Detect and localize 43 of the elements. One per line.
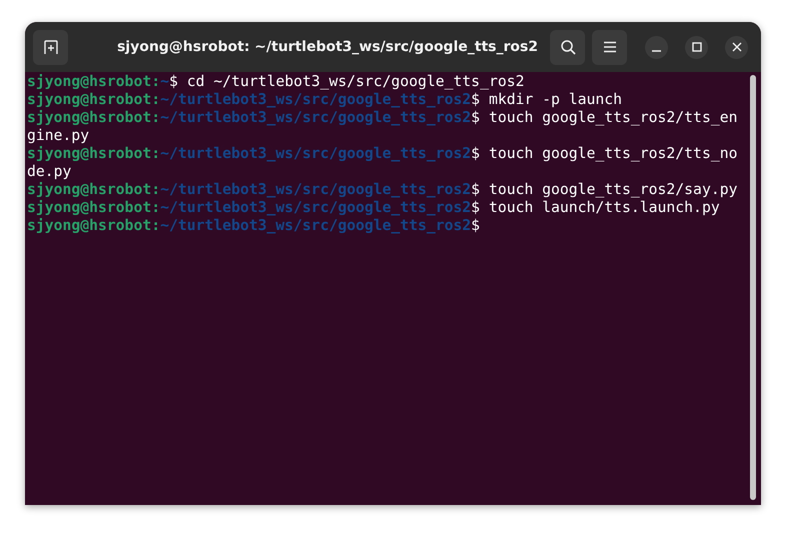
command-text: mkdir -p launch (488, 91, 622, 108)
prompt-path: ~/turtlebot3_ws/src/google_tts_ros2 (160, 145, 472, 162)
new-tab-icon (42, 39, 58, 55)
prompt-user: sjyong@hsrobot: (27, 91, 160, 108)
prompt-symbol: $ (471, 145, 480, 162)
search-button[interactable] (550, 30, 585, 64)
command-text: touch launch/tts.launch.py (488, 199, 720, 216)
command-text: touch google_tts_ros2/say.py (488, 181, 738, 198)
output-line: gine.py (27, 127, 90, 144)
prompt-user: sjyong@hsrobot: (27, 109, 160, 126)
prompt-user: sjyong@hsrobot: (27, 199, 160, 216)
prompt-symbol: $ (169, 73, 178, 90)
prompt-path: ~/turtlebot3_ws/src/google_tts_ros2 (160, 217, 472, 234)
command-text: touch google_tts_ros2/tts_en (488, 109, 738, 126)
prompt-path: ~/turtlebot3_ws/src/google_tts_ros2 (160, 109, 472, 126)
menu-icon (602, 41, 616, 53)
command-text: cd ~/turtlebot3_ws/src/google_tts_ros2 (186, 73, 524, 90)
close-icon (732, 42, 742, 52)
prompt-user: sjyong@hsrobot: (27, 217, 160, 234)
prompt-symbol: $ (471, 199, 480, 216)
prompt-path: ~ (160, 73, 170, 90)
prompt-path: ~/turtlebot3_ws/src/google_tts_ros2 (160, 199, 472, 216)
window-title: sjyong@hsrobot: ~/turtlebot3_ws/src/google_tts_ros2 (116, 39, 539, 55)
prompt-symbol: $ (471, 181, 480, 198)
search-icon (560, 39, 576, 55)
prompt-path: ~/turtlebot3_ws/src/google_tts_ros2 (160, 181, 472, 198)
close-button[interactable] (725, 36, 748, 58)
maximize-button[interactable] (685, 36, 708, 58)
output-line: de.py (27, 163, 72, 180)
menu-button[interactable] (592, 30, 627, 64)
scrollbar[interactable] (750, 75, 756, 500)
minimize-button[interactable] (645, 36, 668, 58)
maximize-icon (692, 42, 702, 52)
prompt-symbol: $ (471, 109, 480, 126)
prompt-symbol: $ (471, 217, 480, 234)
new-tab-button[interactable] (33, 30, 68, 64)
prompt-path: ~/turtlebot3_ws/src/google_tts_ros2 (160, 91, 472, 108)
prompt-user: sjyong@hsrobot: (27, 73, 160, 90)
prompt-symbol: $ (471, 91, 480, 108)
prompt-user: sjyong@hsrobot: (27, 181, 160, 198)
minimize-icon (652, 50, 661, 52)
prompt-user: sjyong@hsrobot: (27, 145, 160, 162)
command-text: touch google_tts_ros2/tts_no (488, 145, 738, 162)
